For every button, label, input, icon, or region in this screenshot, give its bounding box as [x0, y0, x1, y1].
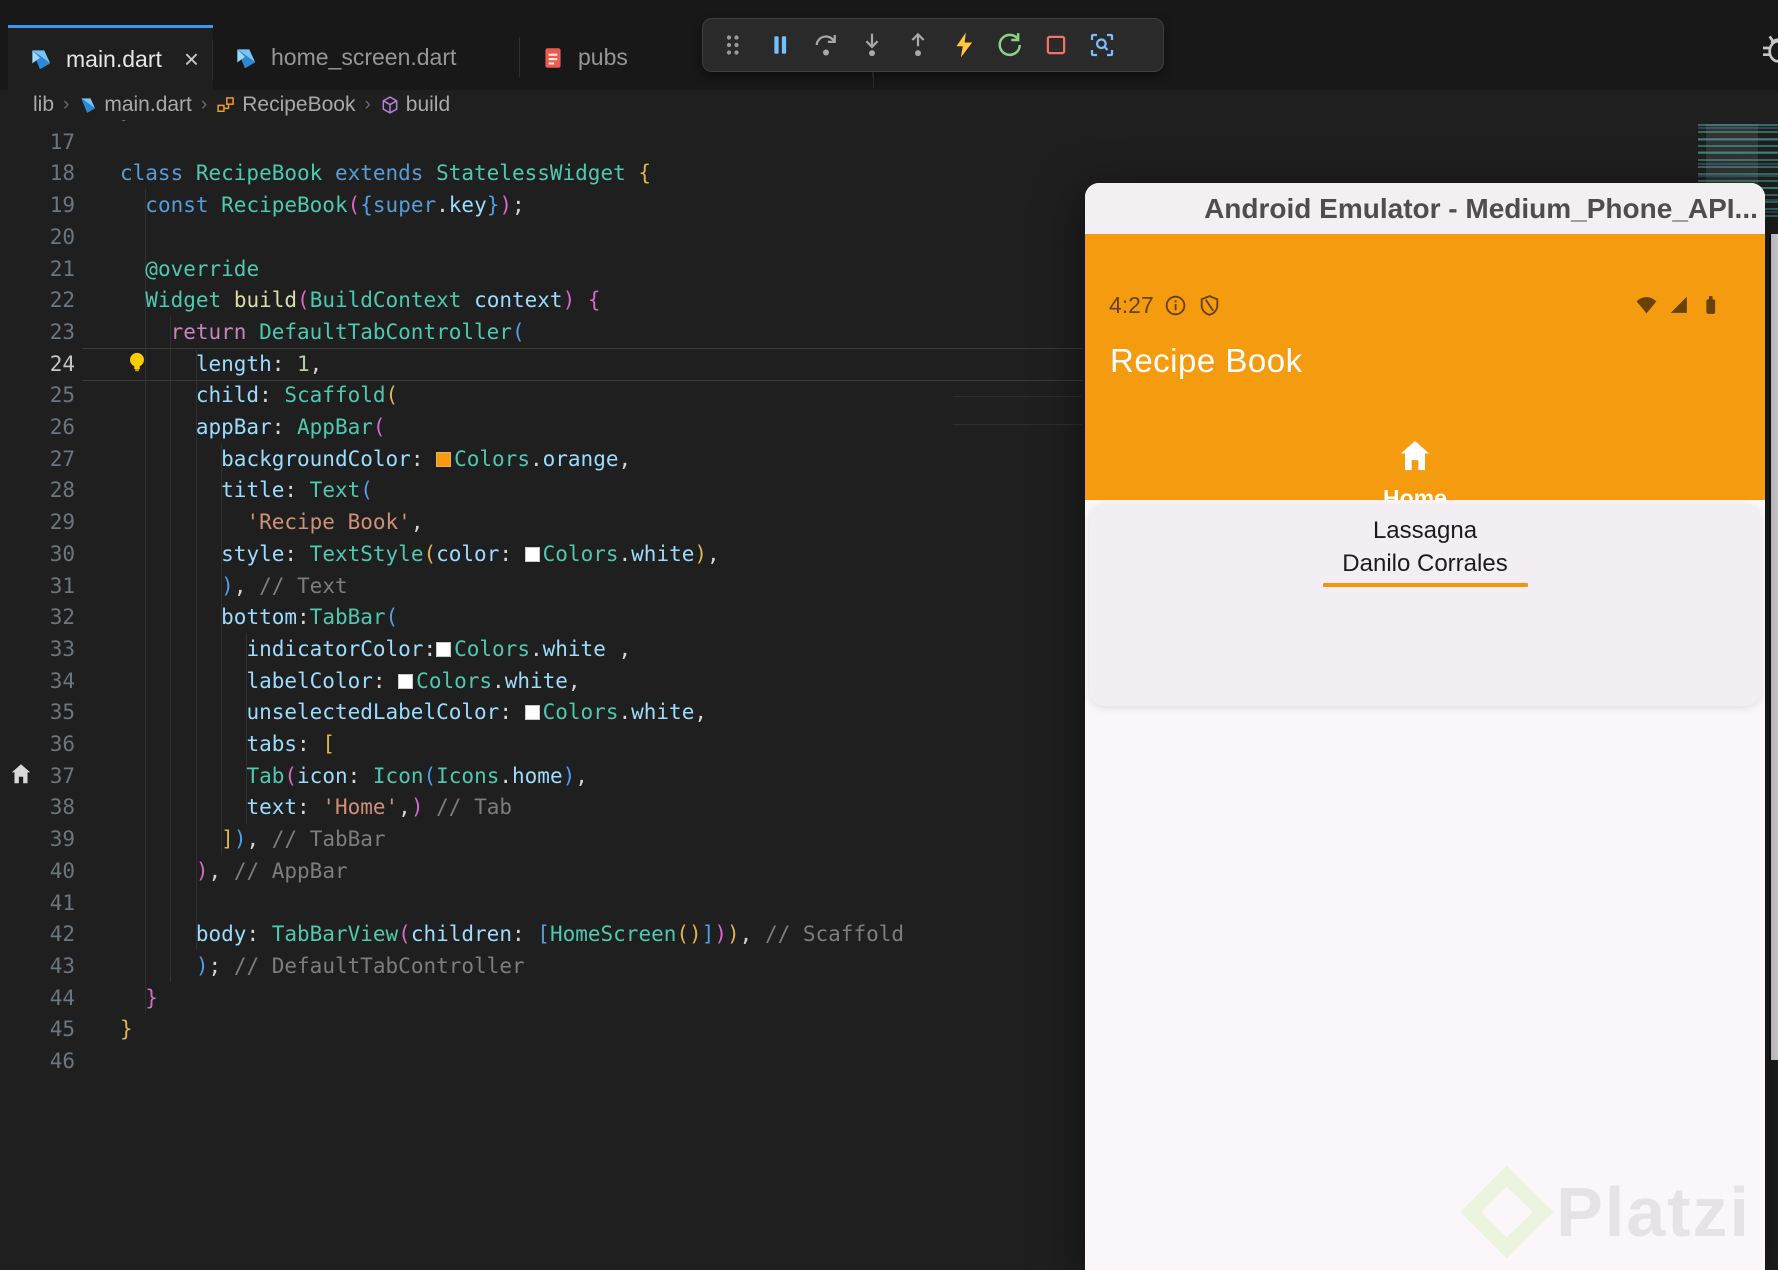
- info-icon: [1165, 295, 1186, 316]
- class-symbol-icon: [217, 97, 235, 112]
- android-emulator-window: Android Emulator - Medium_Phone_API... 4…: [1085, 183, 1765, 1270]
- code-line: 28 title: Text(: [49, 478, 373, 503]
- code-line: 27 backgroundColor: Colors.orange,: [49, 446, 632, 471]
- code-line: 21 @override: [49, 256, 260, 281]
- close-icon[interactable]: ×: [184, 46, 199, 72]
- panel-edge-line: [953, 396, 1082, 397]
- grip-icon[interactable]: [711, 25, 757, 65]
- tab-label: home_screen.dart: [271, 44, 457, 70]
- home-icon: [1400, 441, 1430, 471]
- code-line: 29 'Recipe Book',: [49, 510, 424, 535]
- chevron-right-icon: ›: [200, 94, 208, 115]
- recipe-card[interactable]: Lassagna Danilo Corrales: [1089, 504, 1761, 706]
- pause-icon[interactable]: [757, 25, 803, 65]
- recipe-name: Lassagna: [1372, 517, 1478, 544]
- breadcrumb-main-dart[interactable]: main.dart: [78, 93, 192, 117]
- platzi-watermark-text: Platzi: [1556, 1173, 1751, 1251]
- platzi-watermark: Platzi: [1460, 1165, 1751, 1259]
- platzi-diamond-icon: [1460, 1165, 1554, 1259]
- tab-home-screen-dart[interactable]: home_screen.dart: [213, 25, 520, 90]
- breadcrumb-lib[interactable]: lib: [33, 93, 54, 117]
- vscode-window: main.dart × home_screen.dart pubs lib › …: [0, 0, 1778, 1270]
- color-swatch-white: [524, 705, 540, 721]
- breadcrumb-build[interactable]: build: [380, 93, 450, 117]
- signal-icon: [1670, 296, 1687, 313]
- card-divider: [1322, 583, 1528, 587]
- code-line: 33 indicatorColor: Colors.white ,: [49, 636, 632, 661]
- dart-icon: [28, 46, 54, 72]
- debug-toolbar: [702, 18, 1164, 72]
- breadcrumb: lib › main.dart › RecipeBook › build: [0, 90, 1778, 120]
- shield-icon: [1200, 295, 1219, 316]
- app-bar: 4:27 Recipe Book Home: [1085, 234, 1765, 551]
- red-file-icon: [540, 45, 566, 71]
- emulator-title-bar[interactable]: Android Emulator - Medium_Phone_API...: [1085, 183, 1765, 234]
- code-line: 37 Tab(icon: Icon(Icons.home),: [49, 763, 588, 788]
- breadcrumb-recipebook[interactable]: RecipeBook: [216, 93, 355, 117]
- inspect-widget-icon[interactable]: [1079, 25, 1125, 65]
- code-line: 19 const RecipeBook({super.key});: [49, 193, 525, 218]
- code-line: 32 bottom:TabBar(: [49, 605, 399, 630]
- stop-icon[interactable]: [1033, 25, 1079, 65]
- status-time: 4:27: [1109, 292, 1154, 318]
- dart-icon: [81, 98, 96, 113]
- app-body: Lassagna Danilo Corrales Platzi: [1085, 500, 1765, 1270]
- code-line: 20: [49, 224, 75, 249]
- tab-label: pubs: [578, 44, 628, 70]
- code-line: 23 return DefaultTabController(: [49, 319, 525, 344]
- code-line: 17: [49, 129, 75, 154]
- chevron-right-icon: ›: [63, 94, 70, 115]
- step-out-icon[interactable]: [895, 25, 941, 65]
- method-symbol-icon: [382, 96, 398, 114]
- app-title: Recipe Book: [1110, 342, 1303, 379]
- dart-icon: [233, 45, 259, 71]
- tab-label: main.dart: [66, 45, 162, 72]
- code-line: 43 ); // DefaultTabController: [49, 953, 525, 978]
- step-into-icon[interactable]: [849, 25, 895, 65]
- code-line: 39 ]), // TabBar: [49, 827, 386, 852]
- step-over-icon[interactable]: [803, 25, 849, 65]
- panel-edge-line: [953, 424, 1082, 425]
- code-line: 24 length: 1,: [49, 351, 323, 376]
- code-line: 26 appBar: AppBar(: [49, 415, 386, 439]
- code-line: 40 ), // AppBar: [49, 858, 348, 883]
- emulator-window-title: Android Emulator - Medium_Phone_API...: [1204, 192, 1758, 224]
- wifi-icon: [1636, 297, 1657, 314]
- code-line: 25 child: Scaffold(: [49, 383, 399, 408]
- code-line: 31 ), // Text: [49, 573, 348, 598]
- code-line: 34 labelColor: Colors.white,: [49, 668, 581, 693]
- color-swatch-white: [398, 673, 414, 689]
- restart-icon[interactable]: [987, 25, 1033, 65]
- code-line: 30 style: TextStyle(color: Colors.white)…: [49, 541, 720, 566]
- tab-separator: [873, 72, 874, 88]
- side-window-edge: [1769, 234, 1778, 1060]
- color-swatch-white: [524, 546, 540, 562]
- code-line: 41: [49, 890, 75, 915]
- chevron-right-icon: ›: [364, 94, 371, 115]
- lightbulb-icon[interactable]: [124, 349, 150, 377]
- code-line: 45}: [49, 1017, 133, 1042]
- debug-bug-icon[interactable]: [1758, 28, 1778, 68]
- code-line: 22 Widget build(BuildContext context) {: [49, 288, 601, 313]
- battery-icon: [1706, 295, 1716, 314]
- code-line: 44 }: [49, 985, 158, 1010]
- code-line: 46: [49, 1049, 75, 1073]
- hot-reload-icon[interactable]: [941, 25, 987, 65]
- code-line: 36 tabs: [: [49, 732, 335, 756]
- code-line: 18 class RecipeBook extends StatelessWidg…: [49, 161, 652, 186]
- recipe-author: Danilo Corrales: [1342, 550, 1508, 577]
- tab-main-dart[interactable]: main.dart ×: [8, 25, 213, 90]
- code-line: 42 body: TabBarView(children: [HomeScree…: [49, 922, 905, 947]
- color-swatch-orange: [436, 451, 452, 467]
- color-swatch-white: [436, 641, 452, 657]
- code-line: 38 text: 'Home',) // Tab: [49, 795, 512, 820]
- code-line: 35 unselectedLabelColor: Colors.white,: [49, 700, 707, 725]
- home-gutter-icon[interactable]: [8, 761, 34, 787]
